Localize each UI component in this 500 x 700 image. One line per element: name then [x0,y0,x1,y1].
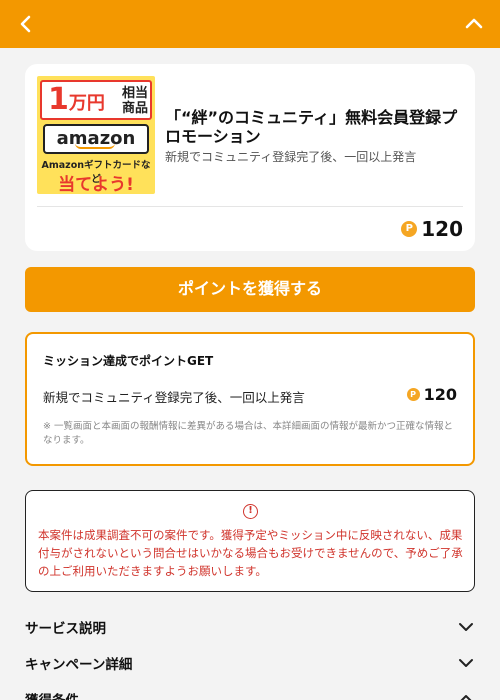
back-button[interactable] [12,10,40,38]
warning-box: ! 本案件は成果調査不可の案件です。獲得予定やミッション中に反映されない、成果付… [25,490,475,592]
section-label: キャンペーン詳細 [25,657,133,673]
amazon-logo: amazon [43,124,149,154]
divider [37,206,463,207]
section-label: サービス説明 [25,621,106,637]
chevron-left-icon [20,15,31,33]
mission-heading: ミッション達成でポイントGET [43,354,214,368]
chevron-up-icon [465,18,483,29]
offer-points: P 120 [401,217,463,241]
section-service-description[interactable]: サービス説明 [25,615,475,639]
alert-circle-icon: ! [243,504,258,519]
section-acquisition-conditions[interactable]: 獲得条件 [25,687,475,700]
chevron-up-icon [460,695,472,700]
point-coin-icon: P [406,388,420,401]
offer-card: 1万円 相当商品 amazon Amazonギフトカードなど 当てよう! 「“絆… [25,64,475,251]
point-coin-icon: P [401,221,418,237]
chevron-down-icon [459,623,473,631]
chevron-down-icon [459,659,473,667]
mission-points-value: 120 [423,385,457,404]
points-value: 120 [421,217,463,241]
get-points-button[interactable]: ポイントを獲得する [25,267,475,312]
mission-task: 新規でコミュニティ登録完了後、一回以上発言 [43,390,305,405]
offer-title: 「“絆”のコミュニティ」無料会員登録プロモーション [165,108,458,146]
amount-unit: 万円 [68,93,105,114]
win-label: 当てよう! [58,175,134,194]
header-bar [0,0,500,48]
amount-box: 1万円 相当商品 [40,80,152,120]
mission-box: ミッション達成でポイントGET 新規でコミュニティ登録完了後、一回以上発言 P … [25,332,475,466]
offer-subtitle: 新規でコミュニティ登録完了後、一回以上発言 [165,150,417,164]
equivalent-label: 相当商品 [121,86,148,116]
collapse-button[interactable] [460,10,488,38]
offer-image: 1万円 相当商品 amazon Amazonギフトカードなど 当てよう! [37,76,155,194]
mission-note: ※ 一覧画面と本画面の報酬情報に差異がある場合は、本詳細画面の情報が最新かつ正確… [43,421,453,446]
amount-value: 1 [48,82,69,117]
warning-text: 本案件は成果調査不可の案件です。獲得予定やミッション中に反映されない、成果付与が… [38,528,463,578]
section-campaign-details[interactable]: キャンペーン詳細 [25,651,475,675]
mission-points: P 120 [406,385,457,404]
section-label: 獲得条件 [25,689,79,700]
